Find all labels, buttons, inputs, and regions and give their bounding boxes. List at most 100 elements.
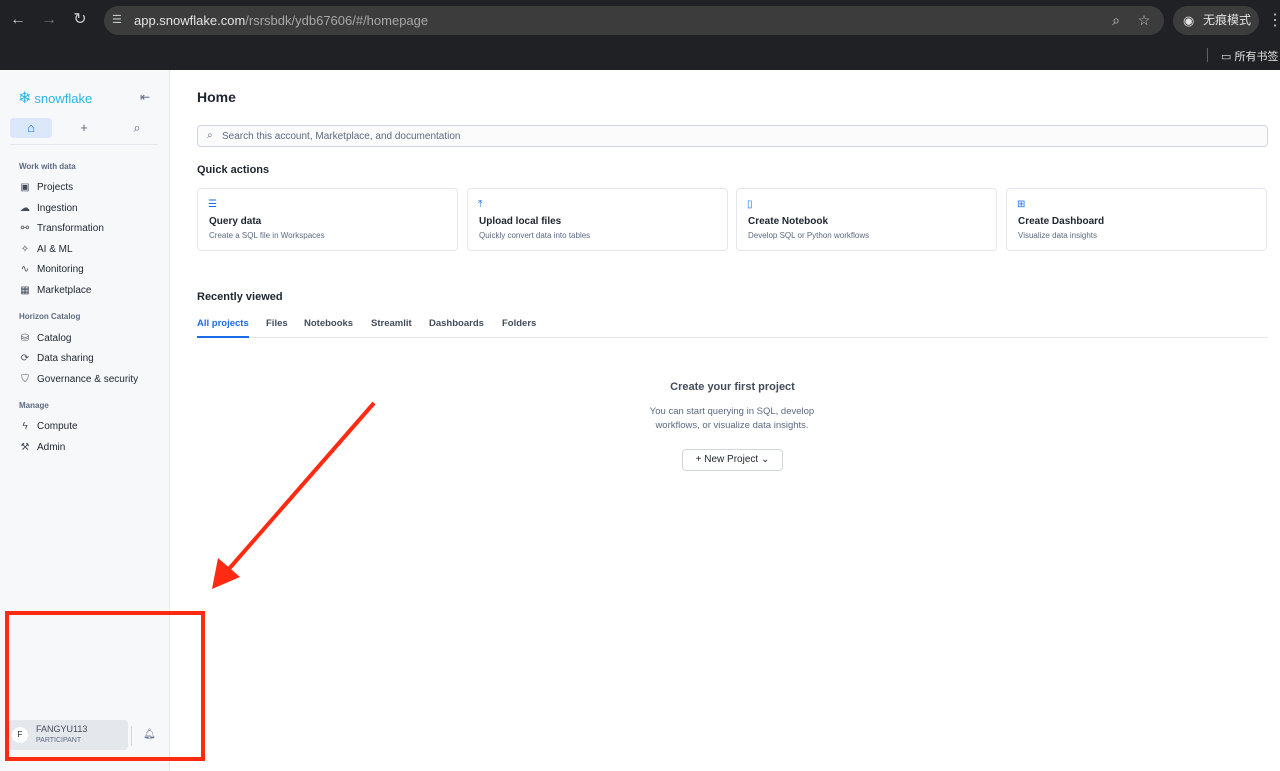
tab-files[interactable]: Files (266, 318, 288, 338)
chevron-down-icon: ⌄ (758, 454, 770, 465)
quick-action-create-notebook[interactable]: ▯ Create Notebook Develop SQL or Python … (736, 188, 997, 251)
sidebar-item-label: Ingestion (37, 203, 78, 214)
bookmark-folder-label: 所有书签 (1234, 51, 1279, 63)
incognito-indicator[interactable]: ◉ 无痕模式 (1173, 6, 1259, 35)
ai-ml-icon: ✧ (20, 244, 30, 255)
browser-menu-icon[interactable]: ⋮ (1267, 10, 1280, 30)
new-project-button[interactable]: + New Project ⌄ (682, 449, 783, 471)
notebook-icon: ▯ (747, 199, 753, 210)
card-title: Upload local files (479, 216, 562, 227)
sidebar-item-label: Monitoring (37, 264, 84, 275)
search-input[interactable] (222, 129, 1252, 143)
sidebar: ❄ snowflake ⇤ ⌂ + ⌕ Work with data ▣ Proje… (0, 70, 170, 771)
bell-icon[interactable]: 🔔︎ (143, 729, 156, 740)
sidebar-item-data-sharing[interactable]: ⟳ Data sharing (19, 351, 94, 367)
search-icon: ⌕ (207, 130, 213, 141)
tab-folders[interactable]: Folders (502, 318, 536, 338)
create-plus-icon[interactable]: + (63, 118, 105, 138)
data-sharing-icon: ⟳ (20, 353, 30, 364)
projects-icon: ▣ (20, 182, 30, 193)
back-icon[interactable]: ← (8, 10, 28, 30)
home-icon[interactable]: ⌂ (10, 118, 52, 138)
folder-icon: ▭ (1221, 51, 1235, 63)
sidebar-item-label: Admin (37, 442, 66, 453)
sidebar-search-icon[interactable]: ⌕ (116, 118, 158, 138)
plus-icon: + (695, 454, 705, 465)
reload-icon[interactable]: ↻ (70, 10, 90, 30)
monitoring-icon: ∿ (20, 264, 30, 275)
sidebar-top-tabs: ⌂ + ⌕ (10, 118, 160, 138)
empty-state-title: Create your first project (670, 381, 795, 393)
quick-action-create-dashboard[interactable]: ⊞ Create Dashboard Visualize data insigh… (1006, 188, 1267, 251)
tab-streamlit[interactable]: Streamlit (371, 318, 412, 338)
bookmarks-divider (1207, 48, 1208, 62)
sidebar-item-admin[interactable]: ⚒ Admin (19, 440, 66, 456)
section-horizon-catalog: Horizon Catalog (19, 312, 81, 321)
sidebar-item-label: Transformation (37, 223, 104, 234)
empty-state-subtitle: You can start querying in SQL, develop w… (649, 406, 815, 431)
tab-notebooks[interactable]: Notebooks (304, 318, 353, 338)
user-role: PARTICIPANT (36, 737, 82, 744)
incognito-icon: ◉ (1183, 13, 1195, 28)
sidebar-item-label: AI & ML (37, 244, 73, 255)
sidebar-item-governance-security[interactable]: ⛉ Governance & security (19, 372, 138, 388)
card-title: Query data (209, 216, 262, 227)
global-search[interactable]: ⌕ (197, 125, 1268, 147)
ingestion-icon: ☁ (20, 203, 30, 214)
section-work-with-data: Work with data (19, 162, 76, 171)
sidebar-item-label: Data sharing (37, 353, 94, 364)
sidebar-item-compute[interactable]: ϟ Compute (19, 419, 78, 435)
sidebar-item-label: Catalog (37, 333, 72, 344)
snowflake-icon: ❄ (18, 90, 32, 107)
section-manage: Manage (19, 401, 49, 410)
upload-icon: ⤒ (478, 199, 483, 210)
sidebar-item-transformation[interactable]: ⚯ Transformation (19, 221, 104, 237)
sidebar-item-marketplace[interactable]: ▦ Marketplace (19, 283, 91, 299)
browser-toolbar: ← → ↻ ☰ app.snowflake.com/rsrsbdk/ydb676… (0, 0, 1280, 40)
card-subtitle: Develop SQL or Python workflows (748, 231, 870, 240)
transformation-icon: ⚯ (20, 223, 30, 234)
address-bar[interactable]: ☰ app.snowflake.com/rsrsbdk/ydb67606/#/h… (104, 6, 1164, 35)
snowflake-logo[interactable]: ❄ snowflake (18, 88, 92, 108)
site-settings-icon[interactable]: ☰ (112, 13, 126, 27)
dashboard-icon: ⊞ (1017, 199, 1026, 210)
card-subtitle: Create a SQL file in Workspaces (209, 231, 325, 240)
sidebar-item-ai-ml[interactable]: ✧ AI & ML (19, 242, 73, 258)
quick-actions-heading: Quick actions (197, 164, 270, 176)
zoom-icon[interactable]: ⌕ (1108, 12, 1124, 28)
sidebar-item-ingestion[interactable]: ☁ Ingestion (19, 201, 78, 217)
sidebar-item-monitoring[interactable]: ∿ Monitoring (19, 262, 84, 278)
admin-icon: ⚒ (20, 442, 30, 453)
main-content: Home ⌕ Quick actions ☰ Query data Create… (170, 70, 1280, 771)
sidebar-item-label: Compute (37, 421, 78, 432)
shield-icon: ⛉ (21, 374, 29, 385)
user-menu-button[interactable]: F FANGYU113 PARTICIPANT (8, 720, 128, 750)
sidebar-item-label: Marketplace (37, 285, 92, 296)
browser-chrome: ← → ↻ ☰ app.snowflake.com/rsrsbdk/ydb676… (0, 0, 1280, 70)
incognito-label: 无痕模式 (1203, 13, 1252, 27)
tab-dashboards[interactable]: Dashboards (429, 318, 484, 338)
sidebar-item-label: Governance & security (37, 374, 139, 385)
recently-viewed-tabs: All projects Files Notebooks Streamlit D… (197, 316, 1268, 338)
sidebar-item-projects[interactable]: ▣ Projects (19, 180, 73, 196)
collapse-sidebar-icon[interactable]: ⇤ (140, 90, 150, 104)
url-text[interactable]: app.snowflake.com/rsrsbdk/ydb67606/#/hom… (134, 13, 428, 28)
avatar: F (12, 727, 28, 743)
url-host: app.snowflake.com (134, 13, 246, 28)
quick-action-upload-local-files[interactable]: ⤒ Upload local files Quickly convert dat… (467, 188, 728, 251)
query-icon: ☰ (208, 199, 217, 210)
catalog-icon: ⛁ (20, 333, 30, 344)
sidebar-item-catalog[interactable]: ⛁ Catalog (19, 331, 72, 347)
logo-text: snowflake (34, 91, 93, 106)
forward-icon[interactable]: → (39, 10, 59, 30)
card-subtitle: Quickly convert data into tables (479, 231, 591, 240)
tab-all-projects[interactable]: All projects (197, 318, 249, 338)
card-title: Create Dashboard (1018, 216, 1105, 227)
card-subtitle: Visualize data insights (1018, 231, 1098, 240)
quick-action-query-data[interactable]: ☰ Query data Create a SQL file in Worksp… (197, 188, 458, 251)
all-bookmarks-button[interactable]: ▭ 所有书签 (1221, 48, 1278, 64)
marketplace-icon: ▦ (20, 285, 30, 296)
card-title: Create Notebook (748, 216, 829, 227)
bookmark-star-icon[interactable]: ☆ (1136, 12, 1152, 28)
recently-viewed-heading: Recently viewed (197, 291, 283, 303)
